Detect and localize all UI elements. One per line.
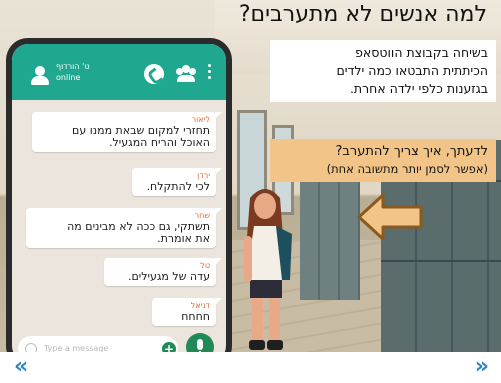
attach-plus-icon[interactable]: + (162, 342, 176, 352)
question-text: לדעתך, איך צריך להתערב? (335, 144, 488, 159)
more-options-icon[interactable] (208, 64, 212, 80)
description-line: בשיחה בקבוצת הווטסאפ (355, 45, 488, 60)
group-name[interactable]: ט' הורדוף (56, 62, 90, 71)
chat-message: ירדן לכי להתקלח. (132, 168, 222, 196)
message-text: האוכל והריח המגעיל. (109, 136, 210, 149)
phone-mockup: ט' הורדוף online ליאור תחזרי למקום שבאת … (6, 38, 232, 352)
microphone-button[interactable] (186, 333, 214, 352)
next-button[interactable]: » (475, 354, 489, 379)
message-input[interactable]: Type a message + (18, 336, 178, 352)
description-line: הכיתתית התבטאו כמה ילדים (336, 63, 489, 78)
group-avatar-icon[interactable] (30, 66, 50, 86)
description-line: בגזענות כלפי ילדה אחרת. (349, 81, 488, 96)
message-text: את אומרת. (157, 232, 210, 245)
group-members-icon[interactable] (174, 64, 198, 82)
slide-title: למה אנשים לא מתערבים? (238, 2, 487, 27)
chat-message: דניאל חחחח (152, 298, 222, 326)
chat-header: ט' הורדוף online (12, 44, 226, 100)
question-box: לדעתך, איך צריך להתערב? (אפשר לסמן יותר … (270, 139, 496, 182)
chat-message: ליאור תחזרי למקום שבאת ממנו עם האוכל והר… (32, 112, 222, 152)
scenario-description: בשיחה בקבוצת הווטסאפ הכיתתית התבטאו כמה … (270, 40, 496, 102)
girl-illustration (244, 189, 292, 350)
slide: ט' הורדוף online ליאור תחזרי למקום שבאת … (0, 0, 501, 352)
arrow-left-icon (357, 193, 423, 241)
message-text: עדה של מגעילים. (128, 270, 210, 283)
message-input-placeholder: Type a message (44, 344, 109, 352)
question-instruction: (אפשר לסמן יותר מתשובה אחת) (326, 162, 488, 176)
message-text: חחחח (181, 310, 210, 323)
chat-status: online (56, 73, 81, 82)
navigation-bar: « » (0, 352, 501, 383)
previous-button[interactable]: « (14, 354, 28, 379)
phone-call-icon[interactable] (144, 64, 164, 84)
emoji-icon[interactable] (25, 343, 37, 352)
chat-message: טל עדה של מגעילים. (104, 258, 222, 286)
chat-message: שחר תשתקי, גם ככה לא מבינים מה את אומרת. (26, 208, 222, 248)
message-text: לכי להתקלח. (146, 180, 210, 193)
whatsapp-screen: ט' הורדוף online ליאור תחזרי למקום שבאת … (12, 44, 226, 352)
